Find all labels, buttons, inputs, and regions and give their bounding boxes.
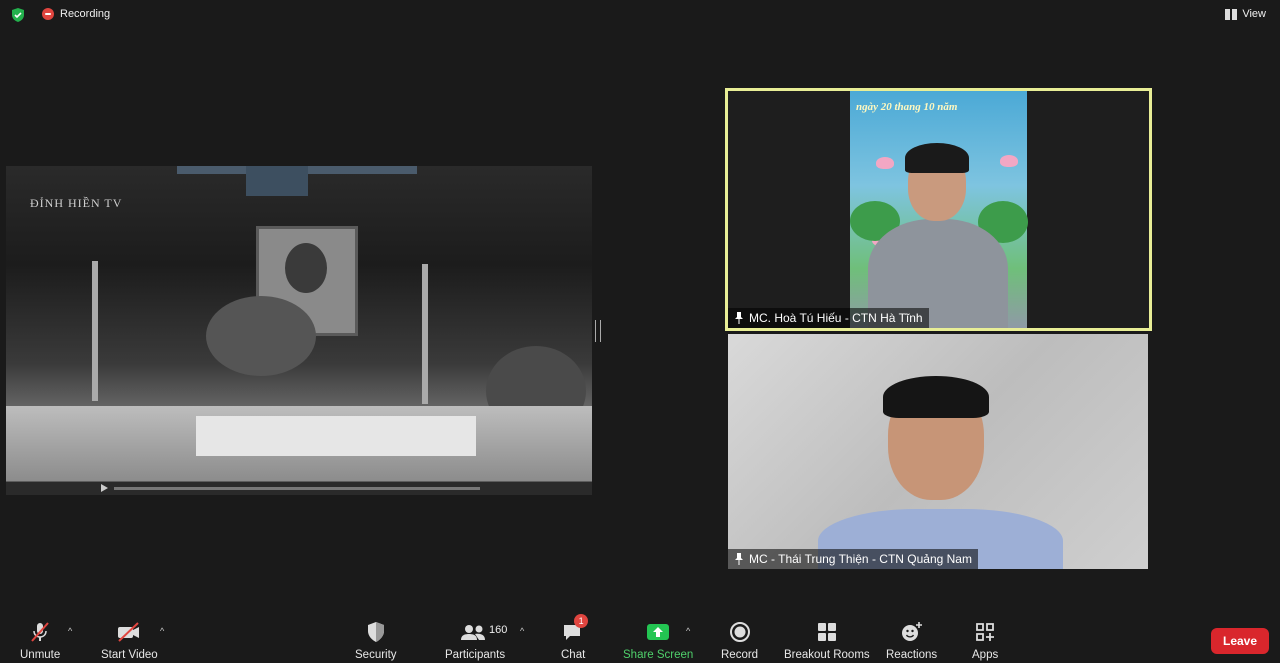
altar-cloth (196, 416, 476, 456)
leave-button[interactable]: Leave (1211, 628, 1269, 654)
view-button[interactable]: View (1225, 8, 1266, 20)
breakout-rooms-icon (817, 623, 836, 641)
share-screen-arrow-icon (647, 624, 670, 640)
video-top-block (246, 166, 308, 196)
start-video-button[interactable]: Start Video (101, 620, 158, 661)
reactions-label: Reactions (886, 649, 938, 661)
participant-name: MC. Hoà Tú Hiếu - CTN Hà Tĩnh (749, 311, 923, 325)
participant-hair (883, 376, 989, 418)
apps-icon (976, 623, 995, 641)
unmute-button[interactable]: Unmute (20, 620, 60, 661)
meeting-top-bar: Recording View (0, 0, 1280, 30)
security-button[interactable]: Security (355, 620, 397, 661)
pin-icon (735, 312, 743, 324)
video-options-chevron-icon[interactable]: ^ (160, 626, 164, 636)
share-screen-label: Share Screen (623, 649, 694, 661)
participant-camera-feed: ngày 20 thang 10 năm (850, 91, 1028, 328)
participant-name: MC - Thái Trung Thiện - CTN Quảng Nam (749, 552, 972, 566)
share-options-chevron-icon[interactable]: ^ (686, 626, 690, 636)
view-label: View (1242, 8, 1266, 20)
recording-indicator[interactable]: Recording (42, 8, 110, 20)
record-button[interactable]: Record (721, 620, 758, 661)
breakout-rooms-button[interactable]: Breakout Rooms (784, 620, 870, 661)
participant-name-tag: MC. Hoà Tú Hiếu - CTN Hà Tĩnh (728, 308, 929, 328)
seek-track[interactable] (114, 487, 480, 490)
participants-label: Participants (445, 649, 506, 661)
flower-arrangement (206, 296, 316, 376)
security-label: Security (355, 649, 397, 661)
recording-label: Recording (60, 8, 111, 20)
participants-options-chevron-icon[interactable]: ^ (520, 626, 524, 636)
record-label: Record (721, 649, 759, 661)
reactions-emoji-icon (901, 622, 922, 641)
chat-button[interactable]: 1 Chat (561, 614, 589, 661)
lotus-flower (876, 157, 894, 169)
reactions-button[interactable]: Reactions (886, 620, 937, 661)
grid-view-icon (1225, 8, 1238, 20)
candle-right (422, 264, 428, 404)
lotus-flower (1000, 155, 1018, 167)
audio-options-chevron-icon[interactable]: ^ (68, 626, 72, 636)
channel-watermark: ĐỈNH HIỀN TV (30, 196, 123, 210)
participant-video-tile[interactable]: ngày 20 thang 10 năm MC. Hoà Tú Hiếu - C… (725, 88, 1152, 331)
participant-hair (905, 143, 969, 173)
meeting-toolbar: Unmute ^ Start Video ^ Security Particip… (0, 612, 1280, 663)
candle-left (92, 261, 98, 401)
participant-name-tag: MC - Thái Trung Thiện - CTN Quảng Nam (728, 549, 978, 569)
chat-label: Chat (561, 649, 586, 661)
recording-dot-icon (42, 8, 54, 20)
participant-video-tile[interactable]: MC - Thái Trung Thiện - CTN Quảng Nam (728, 334, 1148, 569)
security-shield-icon (367, 622, 384, 642)
virtual-background-text: ngày 20 thang 10 năm (856, 101, 958, 113)
breakout-rooms-label: Breakout Rooms (784, 649, 870, 661)
shared-screen[interactable]: ĐỈNH HIỀN TV (6, 166, 592, 495)
record-icon (729, 622, 750, 642)
unmute-label: Unmute (20, 649, 61, 661)
participants-count: 160 (489, 624, 508, 636)
encryption-shield-icon[interactable] (10, 7, 26, 23)
muted-microphone-icon (31, 622, 49, 642)
video-off-icon (118, 622, 140, 642)
apps-label: Apps (972, 649, 999, 661)
start-video-label: Start Video (101, 649, 158, 661)
split-resize-handle[interactable] (595, 320, 601, 342)
apps-button[interactable]: Apps (972, 620, 998, 661)
share-screen-button[interactable]: Share Screen (623, 620, 693, 661)
pin-icon (735, 553, 743, 565)
video-seek-bar[interactable] (6, 482, 592, 495)
play-icon[interactable] (101, 484, 108, 492)
chat-unread-badge: 1 (574, 614, 589, 628)
